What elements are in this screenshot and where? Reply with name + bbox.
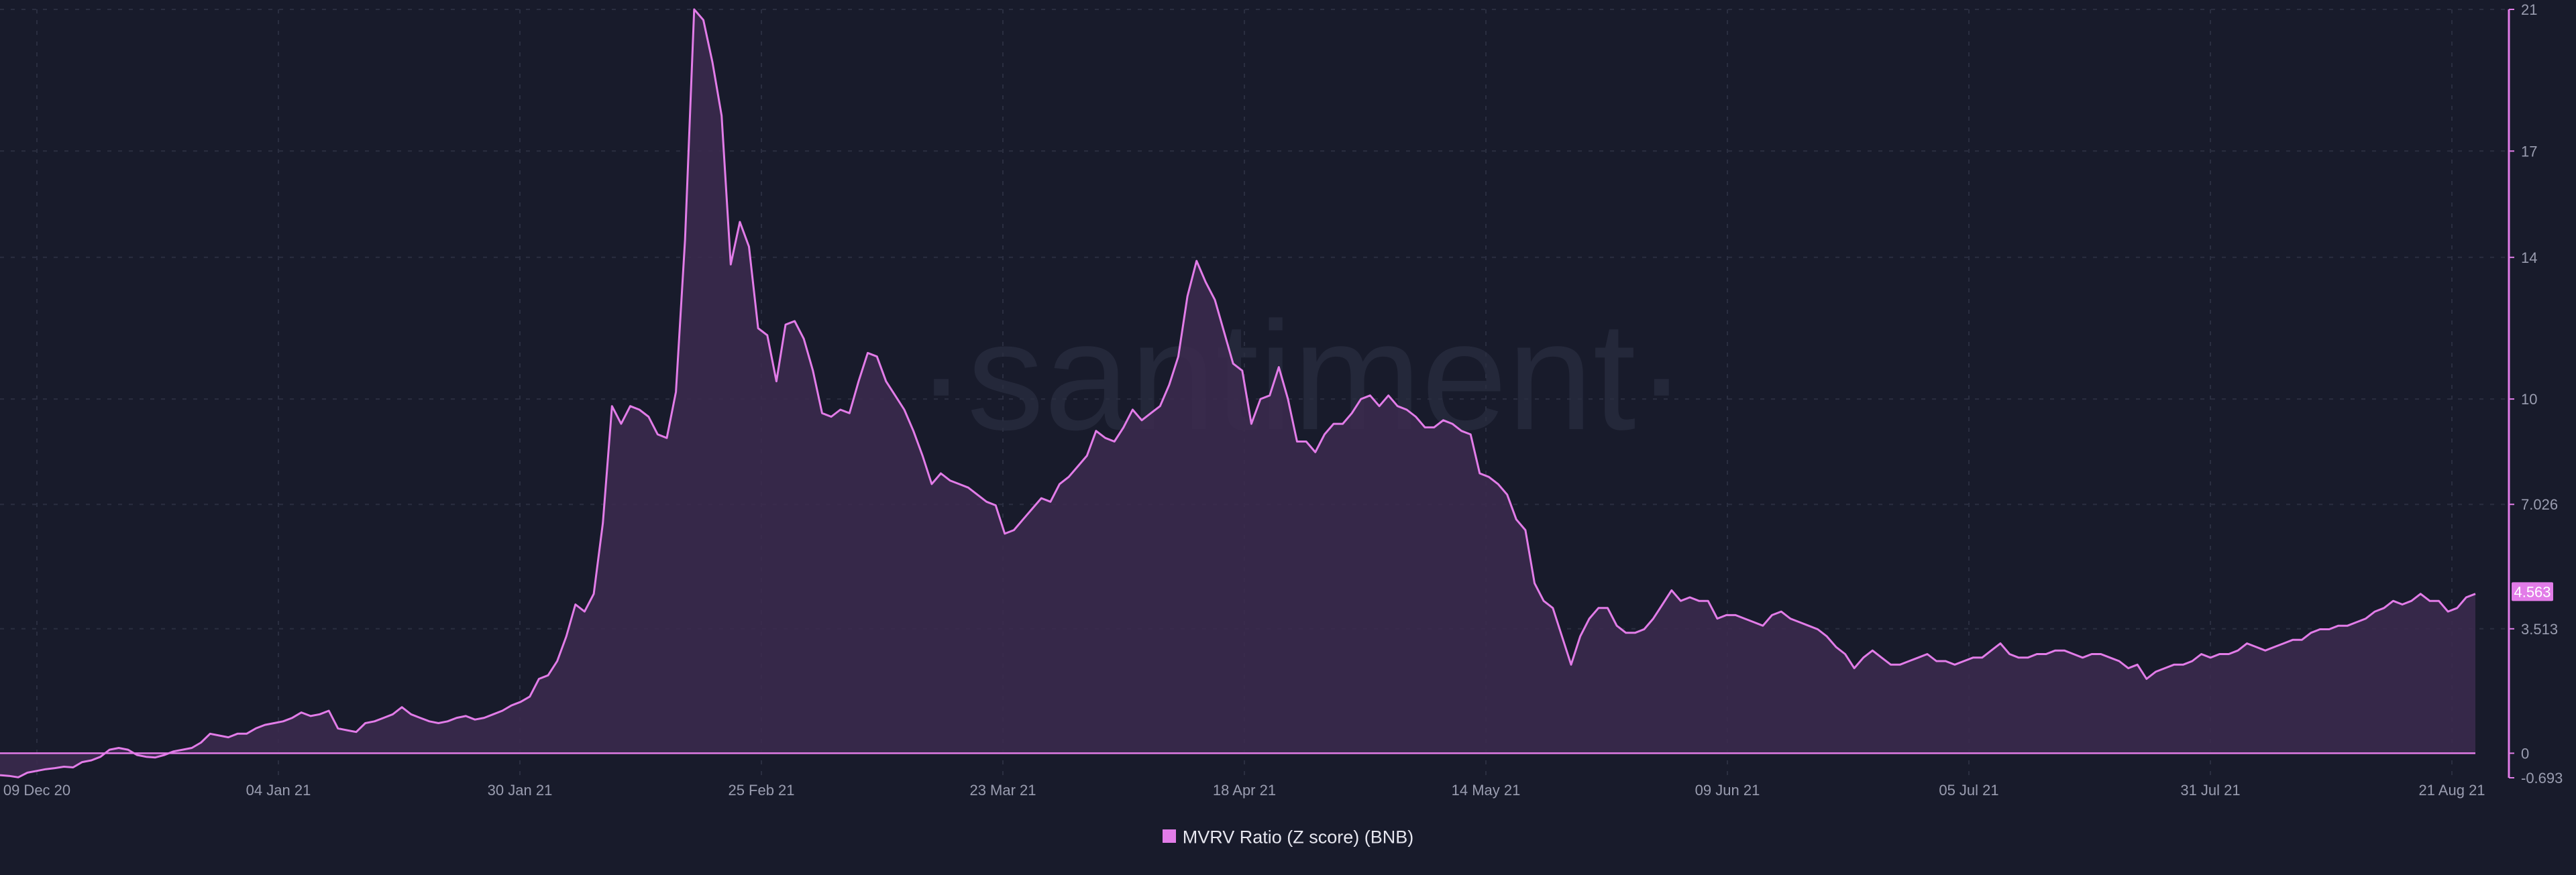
chart-svg: ·santiment· 21 17 14 10 7.026 3.513 0 -0.693 4.56…: [0, 1, 2563, 799]
series-area: [0, 9, 2475, 778]
y-tick-label: 21: [2521, 1, 2537, 18]
x-tick-label: 04 Jan 21: [246, 782, 311, 799]
x-tick-label: 14 May 21: [1452, 782, 1521, 799]
current-value-label: 4.563: [2514, 583, 2551, 600]
legend-label: MVRV Ratio (Z score) (BNB): [1182, 827, 1414, 848]
y-tick-label: 14: [2521, 249, 2537, 266]
x-tick-label: 30 Jan 21: [488, 782, 553, 799]
x-tick-label: 05 Jul 21: [1939, 782, 1998, 799]
y-tick-label: 10: [2521, 391, 2537, 408]
x-tick-label: 21 Aug 21: [2418, 782, 2485, 799]
chart-legend[interactable]: MVRV Ratio (Z score) (BNB): [0, 826, 2576, 848]
legend-swatch: [1162, 829, 1176, 843]
mvrv-chart: ·santiment· 21 17 14 10 7.026 3.513 0 -0.693 4.56…: [0, 0, 2576, 872]
x-tick-label: 09 Dec 20: [3, 782, 70, 799]
x-tick-label: 23 Mar 21: [969, 782, 1036, 799]
x-tick-label: 31 Jul 21: [2180, 782, 2240, 799]
santiment-watermark: ·santiment·: [916, 290, 1687, 462]
x-tick-label: 18 Apr 21: [1213, 782, 1276, 799]
x-tick-label: 09 Jun 21: [1695, 782, 1760, 799]
y-tick-label: 17: [2521, 143, 2537, 160]
y-tick-label: 0: [2521, 745, 2529, 762]
y-tick-label: -0.693: [2521, 770, 2563, 786]
x-tick-label: 25 Feb 21: [728, 782, 794, 799]
y-tick-label: 3.513: [2521, 621, 2558, 638]
y-tick-label: 7.026: [2521, 496, 2558, 513]
